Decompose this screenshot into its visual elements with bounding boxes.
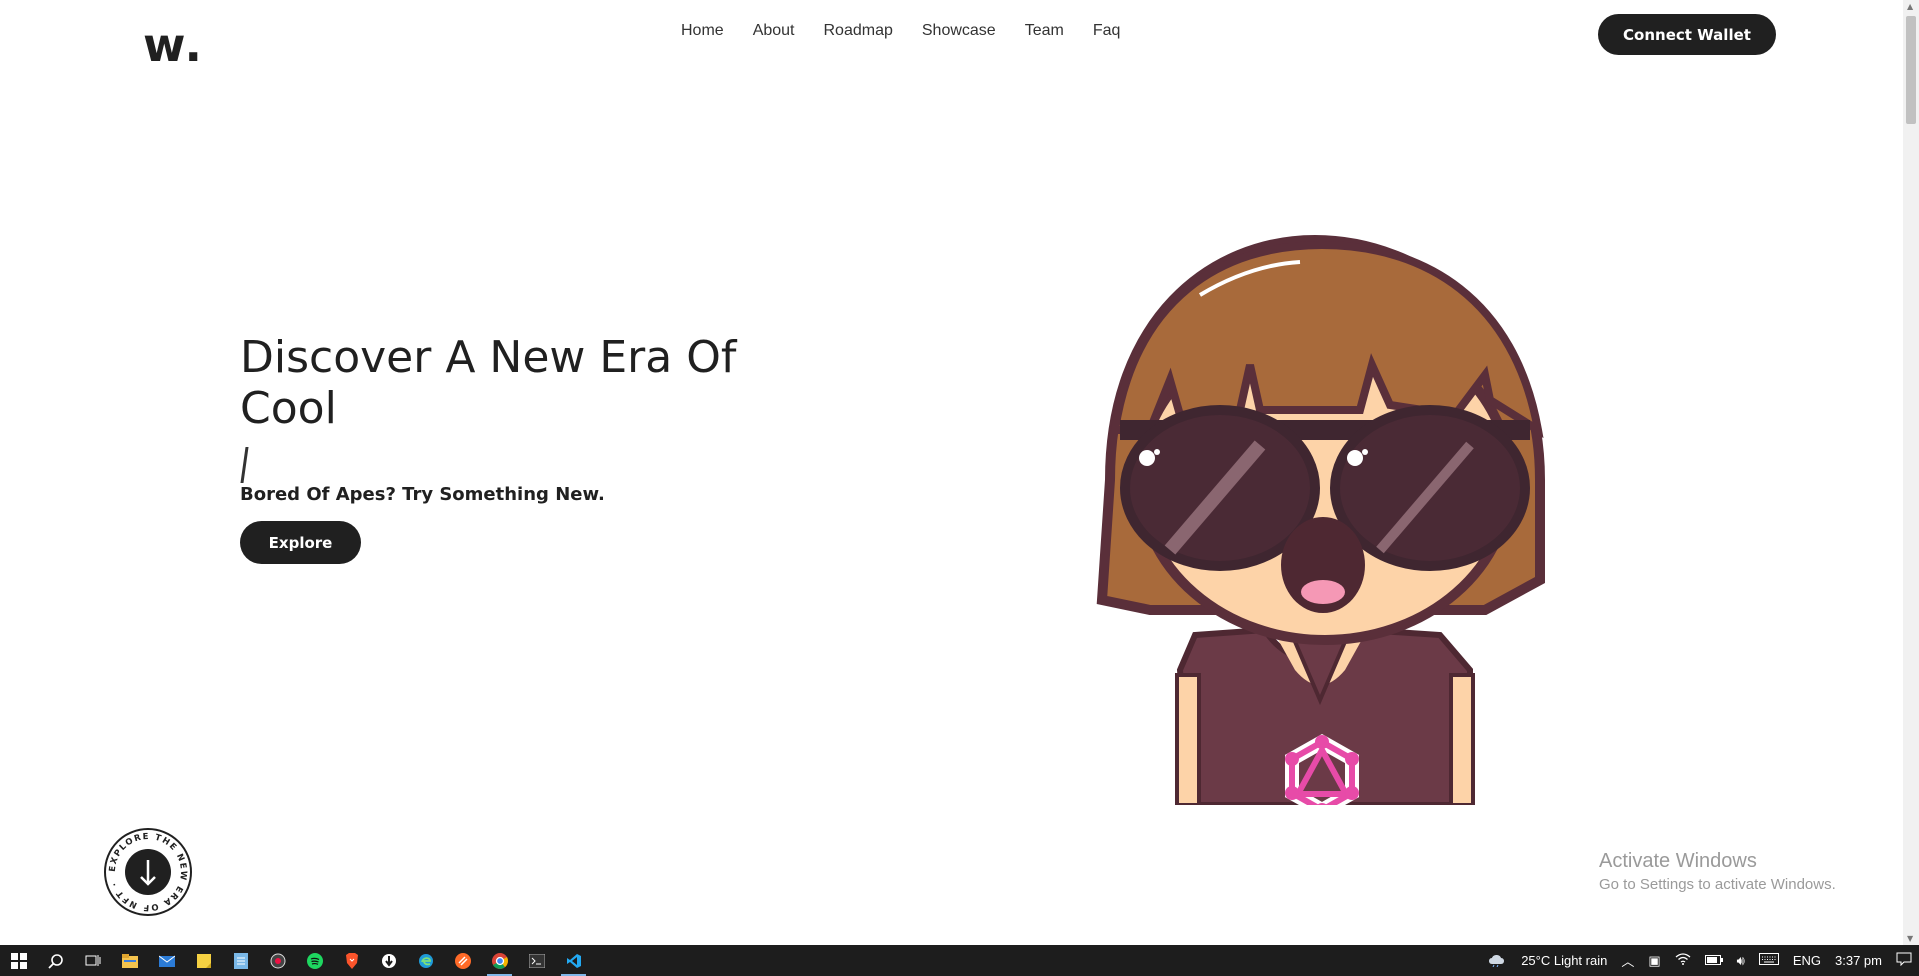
terminal-icon[interactable] bbox=[518, 945, 555, 976]
torrent-icon[interactable] bbox=[370, 945, 407, 976]
page-scrollbar[interactable]: ▲ ▼ bbox=[1903, 0, 1919, 945]
brave-icon[interactable] bbox=[333, 945, 370, 976]
windows-taskbar: 25°C Light rain ︿ ▣ 🔊︎ ENG 3:37 pm bbox=[0, 945, 1919, 976]
watermark-title: Activate Windows bbox=[1599, 850, 1757, 872]
nav-roadmap[interactable]: Roadmap bbox=[824, 22, 893, 40]
scroll-up-icon[interactable]: ▲ bbox=[1907, 2, 1913, 11]
sticky-notes-icon[interactable] bbox=[185, 945, 222, 976]
security-icon[interactable]: ▣ bbox=[1648, 953, 1660, 969]
nft-character-image bbox=[1096, 234, 1545, 805]
page: w. Home About Roadmap Showcase Team Faq … bbox=[0, 0, 1919, 976]
notepad-icon[interactable] bbox=[222, 945, 259, 976]
nav-showcase[interactable]: Showcase bbox=[922, 22, 996, 40]
mail-icon[interactable] bbox=[148, 945, 185, 976]
battery-icon[interactable] bbox=[1704, 953, 1723, 968]
nav-about[interactable]: About bbox=[753, 22, 795, 40]
show-hidden-icons-chevron-icon[interactable]: ︿ bbox=[1621, 951, 1634, 970]
media-player-icon[interactable] bbox=[259, 945, 296, 976]
typing-cursor bbox=[240, 447, 249, 483]
logo[interactable]: w. bbox=[143, 22, 204, 68]
main-nav: Home About Roadmap Showcase Team Faq bbox=[681, 22, 1149, 40]
connect-wallet-button[interactable]: Connect Wallet bbox=[1598, 14, 1776, 55]
system-tray: 25°C Light rain ︿ ▣ 🔊︎ ENG 3:37 pm bbox=[1480, 945, 1919, 976]
scroll-down-icon[interactable]: ▼ bbox=[1907, 934, 1913, 943]
wifi-icon[interactable] bbox=[1675, 953, 1691, 968]
clock[interactable]: 3:37 pm bbox=[1835, 953, 1882, 968]
spotify-icon[interactable] bbox=[296, 945, 333, 976]
vscode-icon[interactable] bbox=[555, 945, 592, 976]
explore-button[interactable]: Explore bbox=[240, 521, 361, 564]
nav-faq[interactable]: Faq bbox=[1093, 22, 1121, 40]
hero-title: Discover A New Era Of Cool bbox=[240, 332, 737, 434]
keyboard-icon[interactable] bbox=[1758, 953, 1779, 968]
windows-start-icon[interactable] bbox=[0, 945, 37, 976]
file-explorer-icon[interactable] bbox=[111, 945, 148, 976]
notification-icon[interactable] bbox=[1896, 952, 1912, 969]
hero-subtitle: Bored Of Apes? Try Something New. bbox=[240, 484, 605, 505]
search-icon[interactable] bbox=[37, 945, 74, 976]
task-view-icon[interactable] bbox=[74, 945, 111, 976]
language-indicator[interactable]: ENG bbox=[1793, 953, 1821, 968]
nav-home[interactable]: Home bbox=[681, 22, 724, 40]
weather-text[interactable]: 25°C Light rain bbox=[1521, 953, 1607, 968]
sublime-icon[interactable] bbox=[444, 945, 481, 976]
edge-icon[interactable] bbox=[407, 945, 444, 976]
nav-team[interactable]: Team bbox=[1025, 22, 1064, 40]
chrome-icon[interactable] bbox=[481, 945, 518, 976]
explore-badge[interactable]: EXPLORE THE NEW ERA OF NFT · bbox=[103, 827, 193, 917]
scrollbar-thumb[interactable] bbox=[1906, 16, 1916, 124]
volume-icon[interactable]: 🔊︎ bbox=[1737, 953, 1745, 969]
watermark-subtitle: Go to Settings to activate Windows. bbox=[1599, 876, 1836, 893]
activate-windows-watermark: Activate Windows Go to Settings to activ… bbox=[1599, 850, 1836, 893]
weather-icon[interactable] bbox=[1487, 951, 1507, 970]
